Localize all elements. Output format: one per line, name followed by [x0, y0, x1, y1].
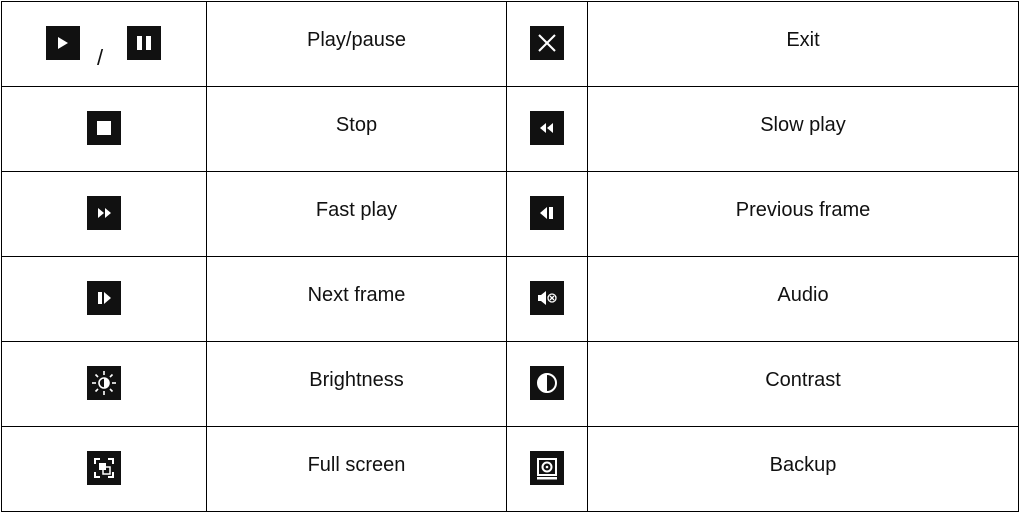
rewind-icon [530, 111, 564, 145]
icon-cell [1, 426, 207, 512]
legend-label: Contrast [765, 369, 841, 391]
table-row: Stop Slow play [1, 86, 1019, 172]
label-cell: Audio [587, 256, 1019, 342]
icon-legend-page: / Play/pause Exit Stop Slow play Fast pl… [0, 0, 1019, 512]
legend-label: Audio [777, 284, 829, 306]
stop-icon [87, 111, 121, 145]
icon-cell [1, 86, 207, 172]
table-row: Next frame Audio [1, 256, 1019, 342]
next-frame-icon [87, 281, 121, 315]
label-cell: Brightness [206, 341, 507, 427]
icon-cell [1, 256, 207, 342]
legend-label: Brightness [309, 369, 404, 391]
label-cell: Full screen [206, 426, 507, 512]
legend-label: Backup [769, 454, 837, 476]
label-cell: Previous frame [587, 171, 1019, 257]
label-cell: Fast play [206, 171, 507, 257]
table-row: / Play/pause Exit [1, 1, 1019, 87]
icon-cell [506, 256, 588, 342]
icon-cell: / [1, 1, 207, 87]
label-cell: Play/pause [206, 1, 507, 87]
legend-label: Play/pause [307, 29, 406, 51]
label-cell: Backup [587, 426, 1019, 512]
legend-label: Full screen [307, 454, 406, 476]
close-icon [530, 26, 564, 60]
label-cell: Next frame [206, 256, 507, 342]
pause-icon [127, 26, 161, 60]
icon-legend-table: / Play/pause Exit Stop Slow play Fast pl… [1, 1, 1019, 512]
legend-label: Slow play [760, 114, 846, 136]
icon-cell [506, 341, 588, 427]
label-cell: Exit [587, 1, 1019, 87]
legend-label: Stop [335, 114, 378, 136]
audio-muted-icon [530, 281, 564, 315]
icon-cell [1, 341, 207, 427]
legend-label: Exit [786, 29, 820, 51]
icon-cell [506, 86, 588, 172]
legend-label: Fast play [315, 199, 398, 221]
table-row: Fast play Previous frame [1, 171, 1019, 257]
icon-cell [1, 171, 207, 257]
icon-cell [506, 426, 588, 512]
icon-cell [506, 171, 588, 257]
brightness-icon [87, 366, 121, 400]
backup-icon [530, 451, 564, 485]
full-screen-icon [87, 451, 121, 485]
contrast-icon [530, 366, 564, 400]
label-cell: Stop [206, 86, 507, 172]
label-cell: Contrast [587, 341, 1019, 427]
previous-frame-icon [530, 196, 564, 230]
legend-label: Next frame [307, 284, 406, 306]
label-cell: Slow play [587, 86, 1019, 172]
icon-cell [506, 1, 588, 87]
fast-forward-icon [87, 196, 121, 230]
table-row: Brightness Contrast [1, 341, 1019, 427]
play-icon [46, 26, 80, 60]
legend-label: Previous frame [735, 199, 871, 221]
table-row: Full screen Backup [1, 426, 1019, 512]
separator-slash: / [97, 45, 104, 70]
